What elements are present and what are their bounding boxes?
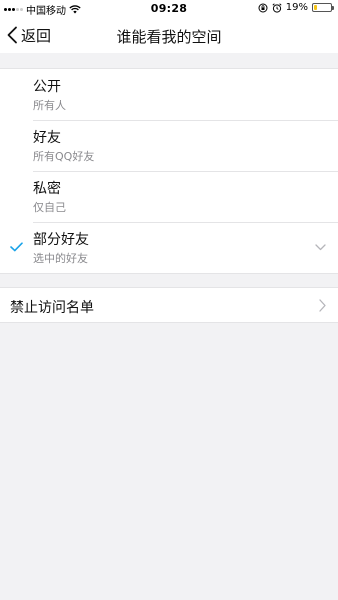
alarm-icon [272,2,282,13]
checkmark-icon [10,242,23,252]
option-friends[interactable]: 好友 所有QQ好友 [0,120,338,171]
chevron-right-icon [319,299,326,312]
option-title: 好友 [33,130,61,146]
navigation-bar: 返回 谁能看我的空间 [0,17,338,53]
option-subtitle: 选中的好友 [33,252,88,265]
option-subtitle: 所有人 [33,99,66,112]
option-subtitle: 仅自己 [33,201,66,214]
status-bar: 中国移动 09:28 19% [0,0,338,17]
chevron-down-icon[interactable] [315,244,326,251]
status-bar-right: 19% [258,2,334,13]
battery-percent: 19% [285,2,308,13]
option-private[interactable]: 私密 仅自己 [0,171,338,222]
option-title: 部分好友 [33,232,89,248]
battery-level [314,5,318,10]
rotation-lock-icon [258,3,268,12]
blocked-visitors-row[interactable]: 禁止访问名单 [0,287,338,323]
battery-icon [312,3,334,12]
option-title: 公开 [33,79,61,95]
option-subtitle: 所有QQ好友 [33,150,95,163]
blocked-visitors-label: 禁止访问名单 [10,300,94,316]
option-title: 私密 [33,181,61,197]
option-some-friends[interactable]: 部分好友 选中的好友 [0,222,338,273]
privacy-options-list: 公开 所有人 好友 所有QQ好友 私密 仅自己 部分好友 选中的好友 [0,68,338,274]
page-title: 谁能看我的空间 [116,28,222,46]
option-public[interactable]: 公开 所有人 [0,69,338,120]
